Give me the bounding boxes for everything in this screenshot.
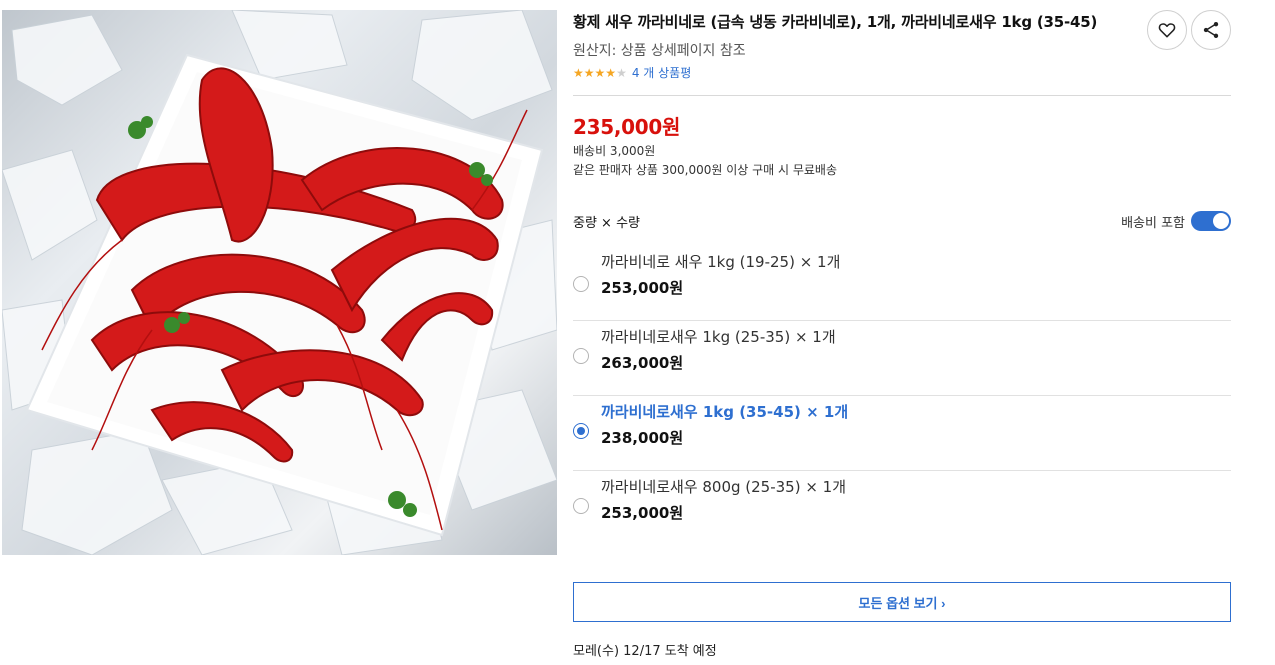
option-list: 까라비네로 새우 1kg (19-25) × 1개 253,000원 까라비네로… (573, 249, 1231, 546)
option-price: 253,000원 (601, 279, 684, 297)
option-radio[interactable] (573, 498, 589, 514)
favorite-button[interactable] (1147, 10, 1187, 50)
option-radio[interactable] (573, 276, 589, 292)
option-name: 까라비네로새우 800g (25-35) × 1개 (601, 478, 847, 496)
delivery-estimate: 모레(수) 12/17 도착 예정 (573, 644, 717, 659)
product-image[interactable] (2, 10, 557, 555)
shrimp-photo (2, 10, 557, 555)
option-price: 253,000원 (601, 504, 684, 522)
product-price: 235,000원 (573, 115, 681, 139)
star-icon: ★ (573, 65, 584, 80)
option-label: 중량 × 수량 (573, 215, 640, 231)
option-name: 까라비네로 새우 1kg (19-25) × 1개 (601, 253, 841, 271)
divider (573, 95, 1231, 96)
star-icon: ★ (605, 65, 617, 80)
star-icon: ★ (616, 65, 627, 80)
shipping-fee: 배송비 3,000원 (573, 144, 656, 158)
option-item[interactable]: 까라비네로새우 1kg (25-35) × 1개 263,000원 (573, 321, 1231, 396)
option-name: 까라비네로새우 1kg (25-35) × 1개 (601, 328, 836, 346)
shipping-toggle-label: 배송비 포함 (1121, 215, 1185, 231)
origin-info: 원산지: 상품 상세페이지 참조 (573, 43, 746, 59)
option-name: 까라비네로새우 1kg (35-45) × 1개 (601, 403, 849, 421)
option-item[interactable]: 까라비네로새우 800g (25-35) × 1개 253,000원 (573, 471, 1231, 546)
option-price: 238,000원 (601, 429, 684, 447)
shipping-toggle[interactable] (1191, 211, 1231, 231)
all-options-button[interactable]: 모든 옵션 보기 › (573, 582, 1231, 622)
share-icon (1203, 22, 1219, 38)
review-count-link[interactable]: 4 개 상품평 (632, 64, 691, 81)
option-header: 중량 × 수량 배송비 포함 (573, 211, 1231, 231)
option-radio[interactable] (573, 423, 589, 439)
rating-row[interactable]: ★ ★ ★ ★ ★ 4 개 상품평 (573, 64, 1231, 81)
star-icon: ★ (583, 65, 595, 80)
share-button[interactable] (1191, 10, 1231, 50)
option-price: 263,000원 (601, 354, 684, 372)
rating-stars: ★ ★ ★ ★ ★ (573, 66, 627, 80)
free-shipping-note: 같은 판매자 상품 300,000원 이상 구매 시 무료배송 (573, 163, 838, 177)
star-icon: ★ (594, 65, 606, 80)
option-item[interactable]: 까라비네로 새우 1kg (19-25) × 1개 253,000원 (573, 249, 1231, 321)
product-title: 황제 새우 까라비네로 (급속 냉동 카라비네로), 1개, 까라비네로새우 1… (573, 13, 1098, 31)
shipping-toggle-wrap: 배송비 포함 (1121, 211, 1231, 231)
heart-icon (1158, 23, 1176, 38)
option-radio[interactable] (573, 348, 589, 364)
option-item-selected[interactable]: 까라비네로새우 1kg (35-45) × 1개 238,000원 (573, 396, 1231, 471)
product-info: 황제 새우 까라비네로 (급속 냉동 카라비네로), 1개, 까라비네로새우 1… (573, 10, 1231, 659)
